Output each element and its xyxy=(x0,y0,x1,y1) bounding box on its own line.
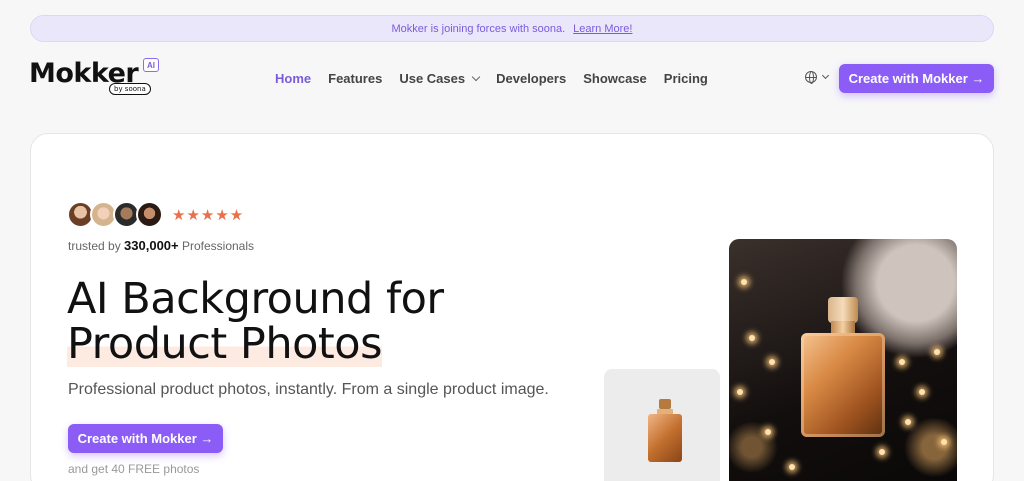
original-product-image xyxy=(604,369,720,481)
chevron-down-icon xyxy=(471,72,481,81)
logo-ai-badge: AI xyxy=(143,58,159,72)
nav-use-cases[interactable]: Use Cases xyxy=(399,71,481,86)
nav-home[interactable]: Home xyxy=(275,71,311,86)
nav-pricing[interactable]: Pricing xyxy=(664,71,708,86)
headline-line-2: Product Photos xyxy=(67,319,383,369)
nav-use-cases-label: Use Cases xyxy=(399,71,466,86)
trusted-by-text: trusted by 330,000+ Professionals xyxy=(68,238,254,253)
user-avatars xyxy=(67,201,163,228)
chevron-down-icon xyxy=(821,71,830,80)
hero-headline: AI Background for Product Photos xyxy=(67,277,444,367)
trusted-suffix: Professionals xyxy=(181,239,255,253)
nav-features[interactable]: Features xyxy=(328,71,382,86)
language-selector[interactable] xyxy=(805,71,830,84)
header-create-button[interactable]: Create with Mokker → xyxy=(839,64,994,93)
learn-more-link[interactable]: Learn More! xyxy=(573,23,632,35)
main-nav: Home Features Use Cases Developers Showc… xyxy=(275,71,725,86)
avatar xyxy=(136,201,163,228)
nav-developers[interactable]: Developers xyxy=(496,71,566,86)
announcement-banner: Mokker is joining forces with soona. Lea… xyxy=(30,15,994,42)
trusted-count: 330,000+ xyxy=(124,238,179,253)
mokker-logo[interactable]: Mokker AI by soona xyxy=(29,58,169,100)
trusted-prefix: trusted by xyxy=(68,239,121,253)
headline-line-1: AI Background for xyxy=(67,274,444,324)
perfume-bottle-icon xyxy=(648,399,682,465)
generated-product-photo xyxy=(729,239,957,481)
free-photos-note: and get 40 FREE photos xyxy=(68,462,200,476)
hero-subtitle: Professional product photos, instantly. … xyxy=(68,381,549,398)
perfume-bottle-icon xyxy=(801,297,885,437)
logo-by-soona: by soona xyxy=(109,83,151,95)
star-rating: ★★★★★ xyxy=(172,207,245,224)
hero-create-button[interactable]: Create with Mokker → xyxy=(68,424,223,453)
banner-text: Mokker is joining forces with soona. xyxy=(391,22,566,35)
nav-showcase[interactable]: Showcase xyxy=(583,71,647,86)
globe-icon xyxy=(805,71,817,84)
